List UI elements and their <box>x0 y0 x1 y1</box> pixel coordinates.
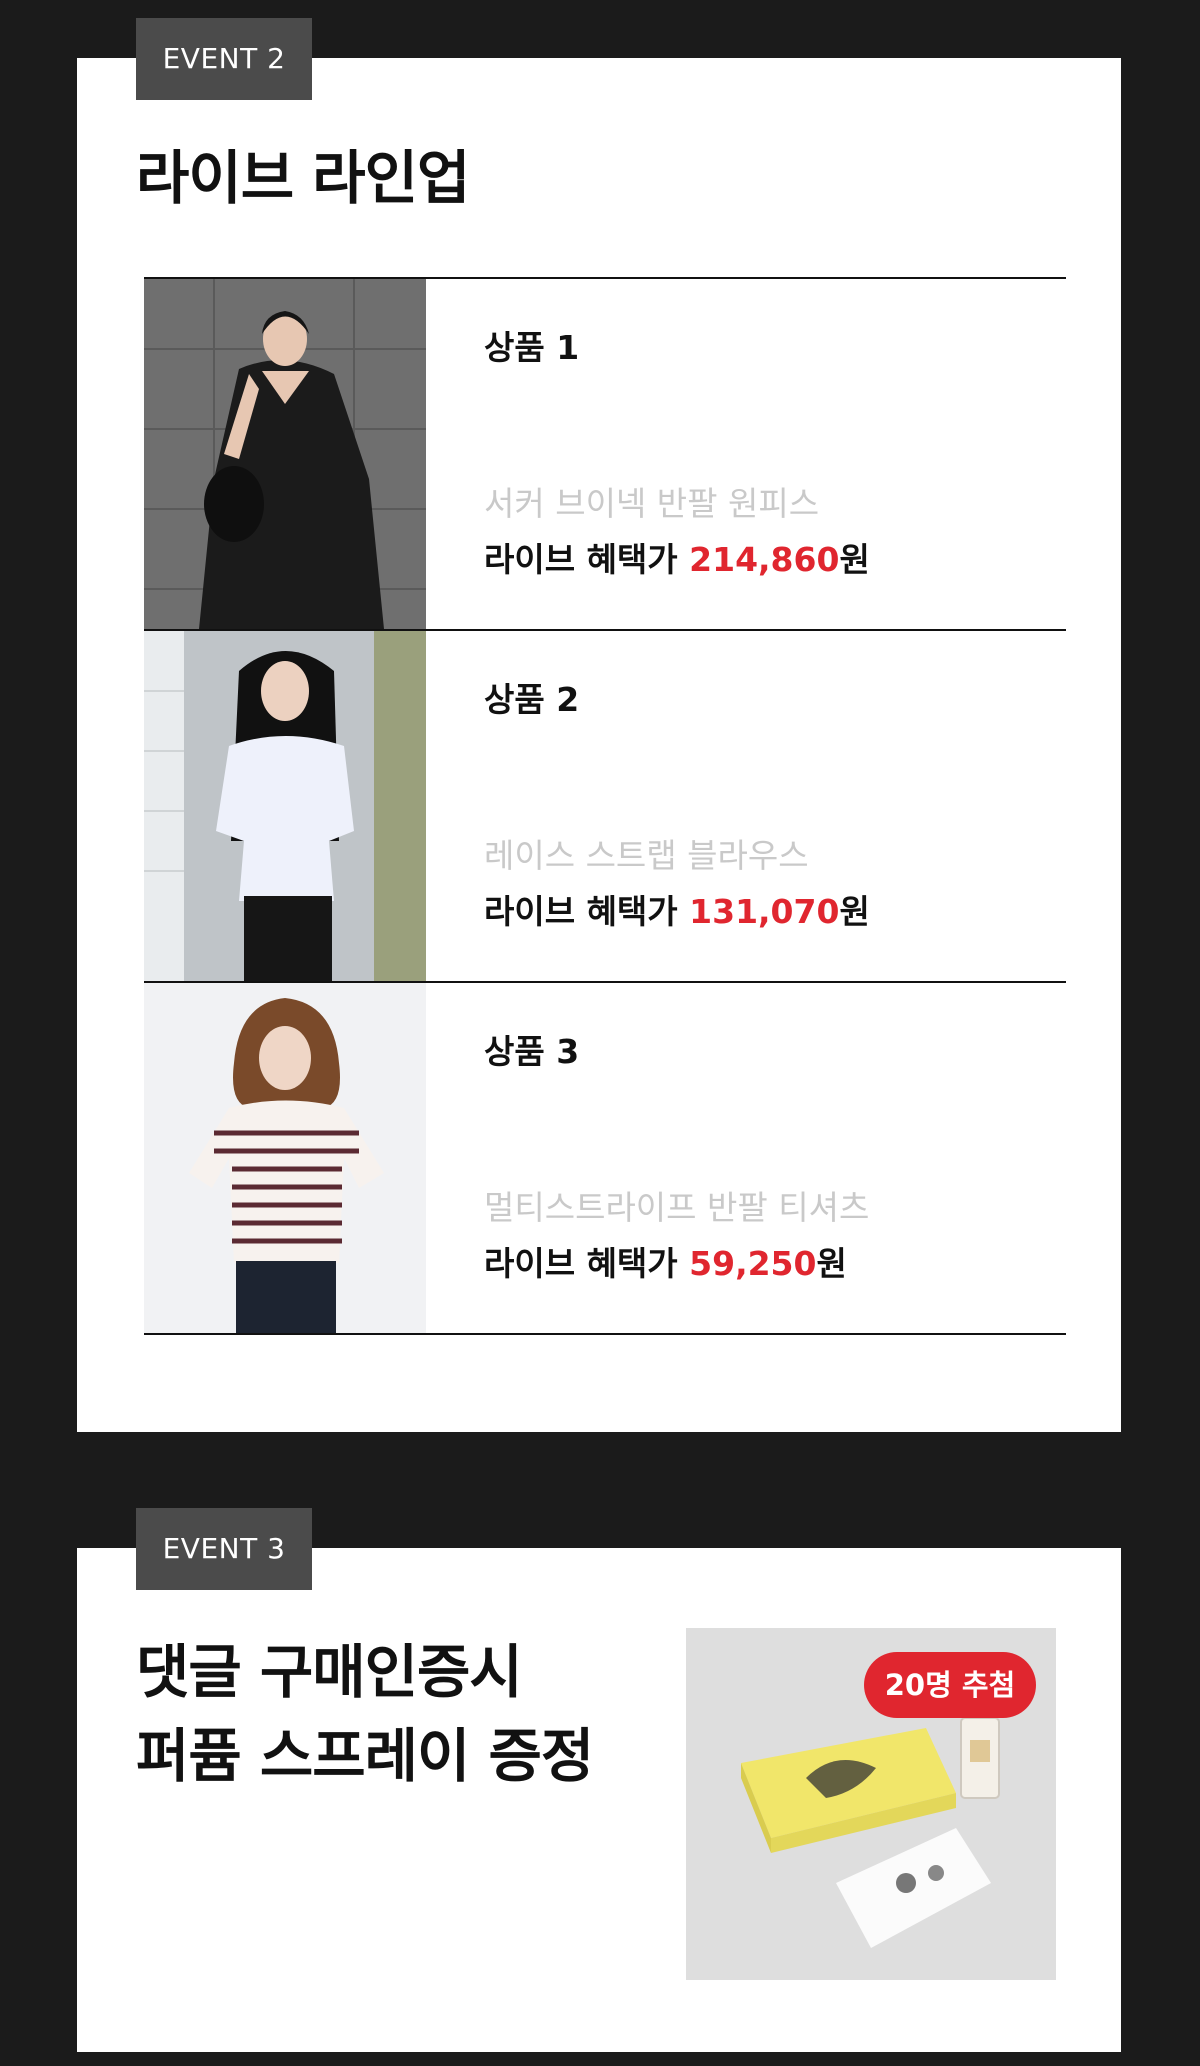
product-name: 멀티스트라이프 반팔 티셔츠 <box>484 1188 870 1227</box>
event3-tag: EVENT 3 <box>136 1508 312 1590</box>
product-image-white-blouse[interactable] <box>144 631 426 981</box>
product-price: 라이브 혜택가 59,250원 <box>484 1237 847 1285</box>
event3-title-line2: 퍼퓸 스프레이 증정 <box>136 1722 594 1790</box>
price-prefix: 라이브 혜택가 <box>484 1244 690 1283</box>
price-prefix: 라이브 혜택가 <box>484 540 690 579</box>
winner-count-badge: 20명 추첨 <box>864 1652 1036 1718</box>
event3-title: 댓글 구매인증시 퍼퓸 스프레이 증정 <box>136 1630 594 1798</box>
price-value: 59,250 <box>689 1244 817 1283</box>
event2-title: 라이브 라인업 <box>136 144 470 212</box>
product-index-label: 상품 2 <box>484 680 580 719</box>
product-name: 레이스 스트랩 블라우스 <box>484 836 809 875</box>
event3-title-line1: 댓글 구매인증시 <box>136 1638 523 1706</box>
event2-tag: EVENT 2 <box>136 18 312 100</box>
product-row[interactable]: 상품 2 레이스 스트랩 블라우스 라이브 혜택가 131,070원 <box>144 631 1066 983</box>
price-value: 214,860 <box>689 540 840 579</box>
product-price: 라이브 혜택가 131,070원 <box>484 885 870 933</box>
product-image-striped-tshirt[interactable] <box>144 983 426 1333</box>
product-image-black-dress[interactable] <box>144 279 426 629</box>
product-row[interactable]: 상품 3 멀티스트라이프 반팔 티셔츠 라이브 혜택가 59,250원 <box>144 983 1066 1335</box>
price-suffix: 원 <box>839 540 870 579</box>
product-row[interactable]: 상품 1 서커 브이넥 반팔 원피스 라이브 혜택가 214,860원 <box>144 279 1066 631</box>
product-index-label: 상품 1 <box>484 328 580 367</box>
product-index-label: 상품 3 <box>484 1032 580 1071</box>
price-value: 131,070 <box>689 892 840 931</box>
price-prefix: 라이브 혜택가 <box>484 892 690 931</box>
product-name: 서커 브이넥 반팔 원피스 <box>484 484 820 523</box>
product-list: 상품 1 서커 브이넥 반팔 원피스 라이브 혜택가 214,860원 상품 2… <box>144 277 1066 1335</box>
price-suffix: 원 <box>839 892 870 931</box>
price-suffix: 원 <box>816 1244 847 1283</box>
product-price: 라이브 혜택가 214,860원 <box>484 533 870 581</box>
